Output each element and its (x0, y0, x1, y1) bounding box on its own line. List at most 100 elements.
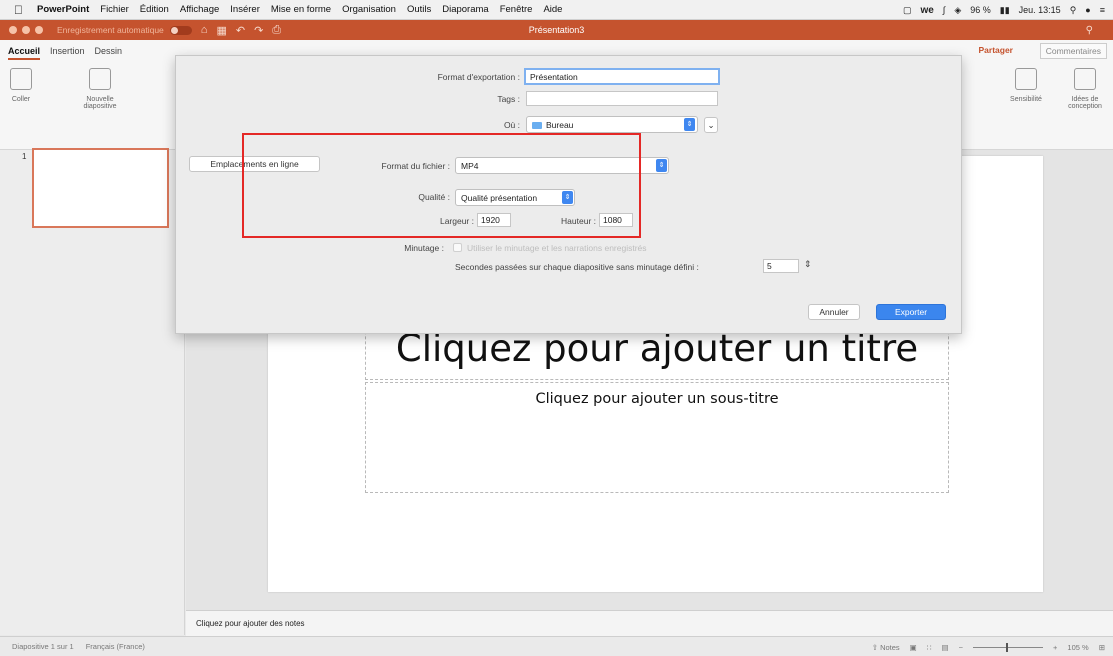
home-icon[interactable]: ⌂ (201, 24, 208, 36)
use-timings-label: Utiliser le minutage et les narrations e… (467, 243, 647, 253)
print-icon[interactable]: ⎙ (272, 24, 281, 37)
sensitivity-icon (1015, 68, 1037, 90)
siri-icon[interactable]: ● (1085, 5, 1090, 15)
undo-icon[interactable]: ↶ (236, 24, 245, 37)
height-label: Hauteur : (561, 216, 596, 226)
fit-to-window-icon[interactable]: ⊞ (1099, 643, 1105, 652)
seconds-label: Secondes passées sur chaque diapositive … (455, 262, 699, 272)
language-indicator[interactable]: Français (France) (86, 642, 145, 651)
slide-counter: Diapositive 1 sur 1 (12, 642, 74, 651)
zoom-slider[interactable] (973, 642, 1044, 652)
slide-sorter-icon[interactable]: ∷ (927, 643, 932, 652)
design-ideas-group[interactable]: Idées de conception (1062, 68, 1108, 110)
battery-icon[interactable]: ▮▮ (1000, 5, 1010, 16)
export-dialog: Format d'exportation : Présentation Tags… (175, 55, 962, 334)
where-popup[interactable]: Bureau (526, 116, 698, 133)
apple-icon[interactable]:  (14, 3, 23, 17)
menu-organisation[interactable]: Organisation (342, 4, 396, 15)
control-center-icon[interactable]: ≡ (1100, 5, 1105, 15)
height-field[interactable]: 1080 (599, 213, 633, 227)
new-slide-label: Nouvelle diapositive (83, 96, 117, 110)
search-icon[interactable]: ⚲ (1086, 25, 1093, 36)
notes-toggle-label: Notes (880, 642, 900, 652)
clock[interactable]: Jeu. 13:15 (1019, 5, 1061, 15)
zoom-in-icon[interactable]: + (1053, 643, 1057, 652)
wechat-icon[interactable]: we (921, 5, 934, 16)
zoom-level[interactable]: 105 % (1067, 643, 1088, 652)
autosave-toggle[interactable] (169, 25, 192, 35)
quality-popup[interactable]: Qualité présentation (455, 189, 575, 206)
subtitle-placeholder[interactable]: Cliquez pour ajouter un sous-titre (365, 382, 949, 493)
status-bar: Diapositive 1 sur 1 Français (France) ⇧ … (0, 636, 1113, 656)
where-popup-arrows-icon[interactable]: ⇕ (684, 118, 695, 131)
quality-arrows-icon[interactable]: ⇕ (562, 191, 573, 204)
folder-icon (532, 122, 542, 130)
width-label: Largeur : (439, 216, 474, 226)
wifi-icon[interactable]: ◈ (954, 5, 961, 16)
menu-outils[interactable]: Outils (407, 4, 431, 15)
width-field[interactable]: 1920 (477, 213, 511, 227)
tags-label: Tags : (497, 94, 520, 104)
save-icon[interactable]: ▦ (216, 24, 226, 37)
menu-app-name[interactable]: PowerPoint (37, 4, 89, 15)
zoom-window-button[interactable] (35, 26, 43, 34)
reading-view-icon[interactable]: ▤ (942, 643, 949, 652)
close-window-button[interactable] (9, 26, 17, 34)
notes-toggle[interactable]: ⇧ Notes (872, 643, 900, 652)
tab-accueil[interactable]: Accueil (8, 46, 41, 60)
spotlight-search-icon[interactable]: ⚲ (1070, 5, 1077, 16)
normal-view-icon[interactable]: ▣ (910, 643, 917, 652)
quality-label: Qualité : (418, 192, 450, 202)
design-ideas-icon (1074, 68, 1096, 90)
menu-diaporama[interactable]: Diaporama (442, 4, 488, 15)
seconds-stepper[interactable]: ⇕ (804, 259, 812, 270)
notes-pane[interactable]: Cliquez pour ajouter des notes (186, 610, 1113, 636)
bluetooth-icon[interactable]: ∫ (943, 5, 945, 15)
minimize-window-button[interactable] (22, 26, 30, 34)
timing-label: Minutage : (404, 243, 444, 253)
slide-thumbnail[interactable] (32, 148, 169, 228)
menu-edition[interactable]: Édition (140, 4, 169, 15)
paste-label: Coller (11, 96, 31, 103)
share-button[interactable]: Partager (979, 45, 1014, 55)
menu-affichage[interactable]: Affichage (180, 4, 219, 15)
file-format-popup[interactable]: MP4 (455, 157, 669, 174)
design-ideas-label: Idées de conception (1068, 96, 1102, 110)
autosave-label: Enregistrement automatique (57, 25, 164, 35)
export-as-field[interactable]: Présentation (524, 68, 720, 85)
where-label: Où : (503, 120, 520, 130)
redo-icon[interactable]: ↷ (254, 24, 263, 37)
zoom-out-icon[interactable]: − (959, 643, 963, 652)
new-slide-group[interactable]: Nouvelle diapositive (70, 68, 130, 110)
seconds-field[interactable]: 5 (763, 259, 799, 273)
export-button[interactable]: Exporter (876, 304, 946, 320)
sensitivity-group[interactable]: Sensibilité (1005, 68, 1047, 103)
menu-mise-en-forme[interactable]: Mise en forme (271, 4, 331, 15)
menu-fenetre[interactable]: Fenêtre (500, 4, 533, 15)
screen-record-icon[interactable]: ▢ (903, 5, 912, 16)
online-locations-button[interactable]: Emplacements en ligne (189, 156, 320, 172)
sensitivity-label: Sensibilité (1010, 96, 1042, 103)
new-slide-icon (89, 68, 111, 90)
document-title: Présentation3 (528, 25, 585, 35)
file-format-label: Format du fichier : (381, 161, 451, 171)
paste-icon (10, 68, 32, 90)
expand-browser-button[interactable]: ⌄ (704, 117, 718, 133)
use-timings-checkbox[interactable] (453, 243, 462, 252)
cancel-button[interactable]: Annuler (808, 304, 860, 320)
menu-inserer[interactable]: Insérer (230, 4, 260, 15)
notes-placeholder: Cliquez pour ajouter des notes (196, 619, 305, 628)
tab-insertion[interactable]: Insertion (50, 46, 85, 60)
menu-aide[interactable]: Aide (543, 4, 562, 15)
tags-field[interactable] (526, 91, 718, 106)
menu-fichier[interactable]: Fichier (100, 4, 129, 15)
tab-dessin[interactable]: Dessin (95, 46, 123, 60)
paste-group[interactable]: Coller (10, 68, 32, 103)
comments-button[interactable]: Commentaires (1039, 43, 1107, 59)
macos-menu-bar:  PowerPoint Fichier Édition Affichage I… (0, 0, 1113, 20)
where-value: Bureau (546, 120, 574, 130)
thumbnail-number: 1 (22, 152, 27, 161)
file-format-arrows-icon[interactable]: ⇕ (656, 159, 667, 172)
battery-percent[interactable]: 96 % (970, 5, 991, 15)
window-controls (9, 26, 43, 34)
